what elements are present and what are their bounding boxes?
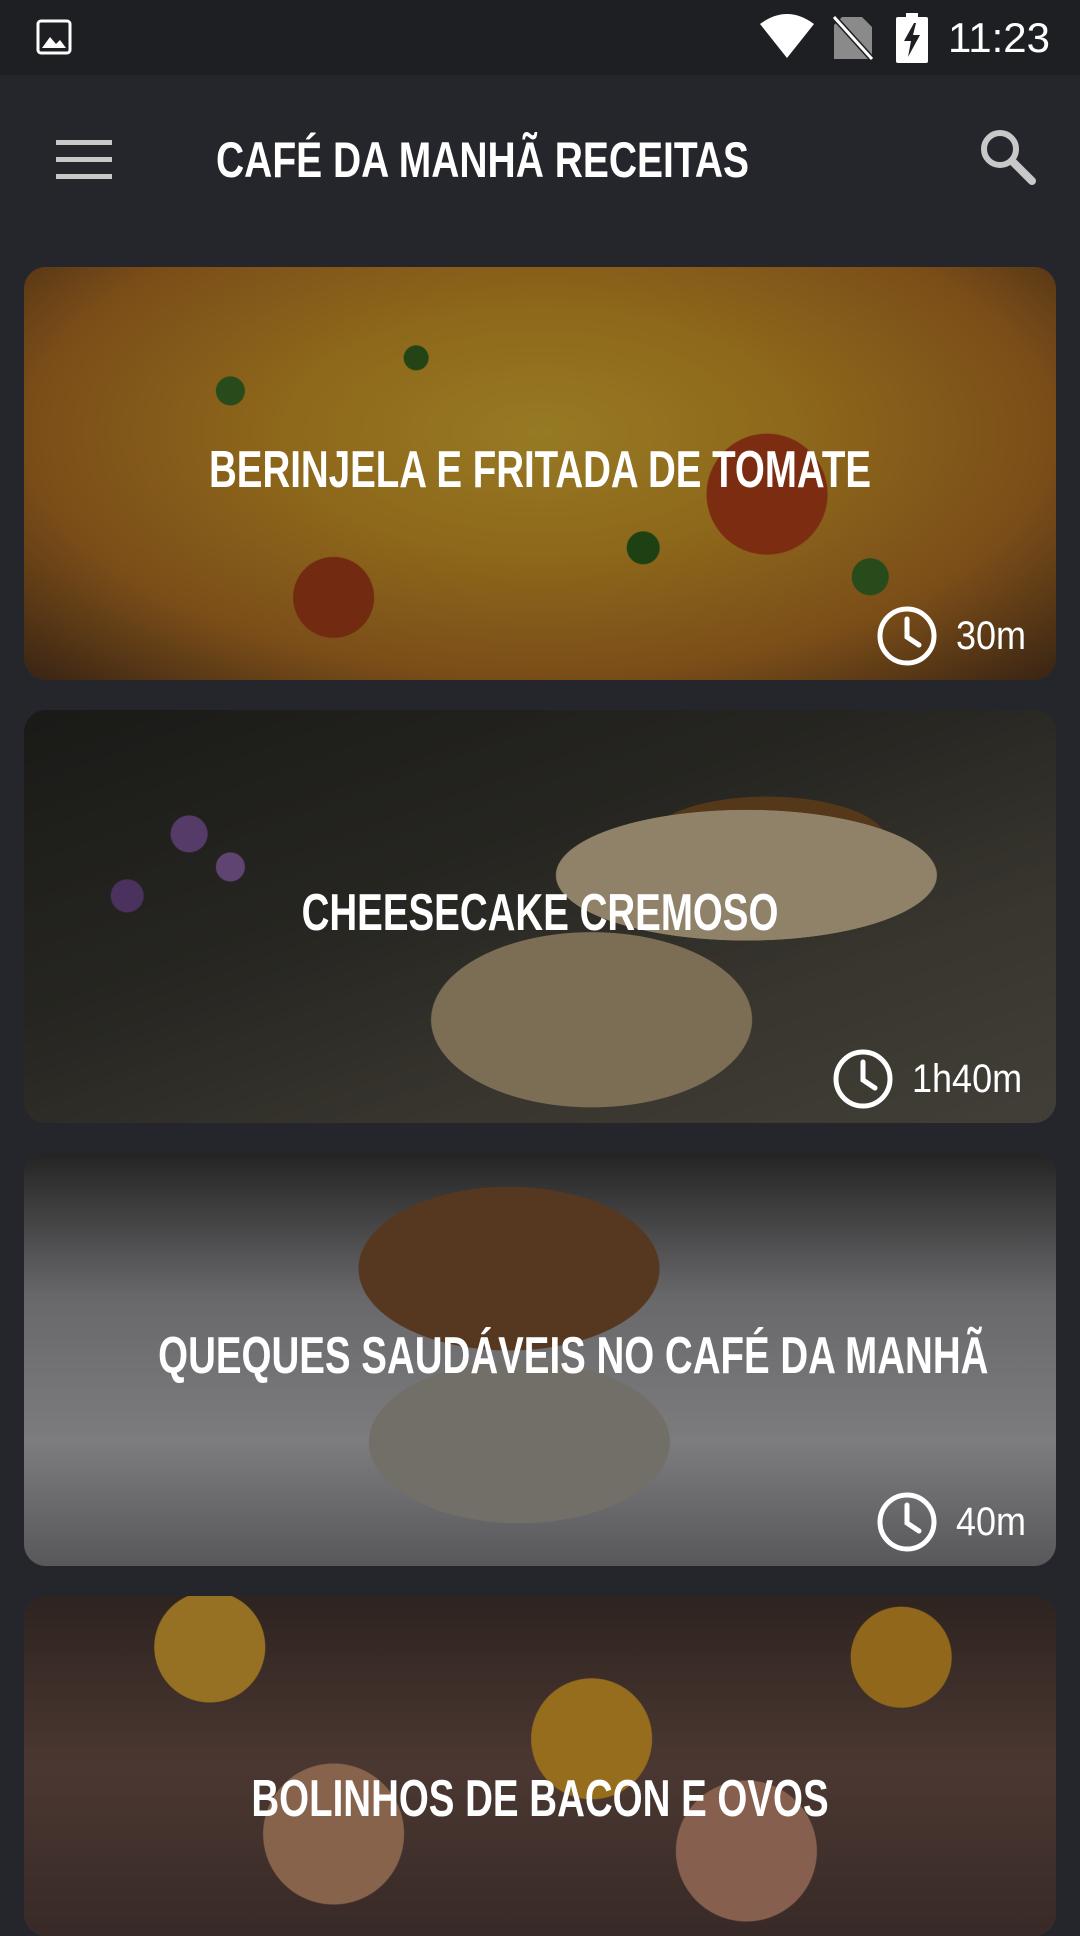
recipe-card[interactable]: CHEESECAKE CREMOSO 1h40m — [24, 710, 1056, 1123]
recipe-card[interactable]: BOLINHOS DE BACON E OVOS — [24, 1596, 1056, 1936]
no-sim-icon — [832, 15, 874, 61]
clock-icon — [877, 606, 937, 666]
search-icon[interactable] — [978, 127, 1036, 185]
gallery-icon — [36, 19, 72, 55]
status-time: 11:23 — [948, 14, 1050, 61]
battery-charging-icon — [896, 13, 928, 63]
recipe-time: 30m — [876, 604, 1034, 668]
recipe-card[interactable]: QUEQUES SAUDÁVEIS NO CAFÉ DA MANHÃ 40m — [24, 1153, 1056, 1566]
app-title: CAFÉ DA MANHÃ RECEITAS — [216, 132, 749, 188]
status-bar: 11:23 — [0, 0, 1080, 75]
recipe-title: BOLINHOS DE BACON E OVOS — [251, 1770, 829, 1828]
recipe-time-text: 1h40m — [911, 1056, 1022, 1101]
menu-icon[interactable] — [56, 138, 112, 182]
recipe-time: 40m — [876, 1490, 1034, 1554]
recipe-title: CHEESECAKE CREMOSO — [301, 884, 779, 942]
clock-icon — [877, 1492, 937, 1552]
app-bar: CAFÉ DA MANHÃ RECEITAS — [0, 75, 1080, 245]
recipe-card[interactable]: BERINJELA E FRITADA DE TOMATE 30m — [24, 267, 1056, 680]
recipe-time-text: 30m — [956, 613, 1027, 658]
recipe-time: 1h40m — [832, 1047, 1034, 1111]
clock-icon — [833, 1049, 893, 1109]
recipe-time-text: 40m — [956, 1499, 1027, 1544]
recipe-title: BERINJELA E FRITADA DE TOMATE — [208, 441, 872, 499]
wifi-icon — [760, 14, 814, 58]
recipe-title: QUEQUES SAUDÁVEIS NO CAFÉ DA MANHÃ — [158, 1327, 989, 1385]
